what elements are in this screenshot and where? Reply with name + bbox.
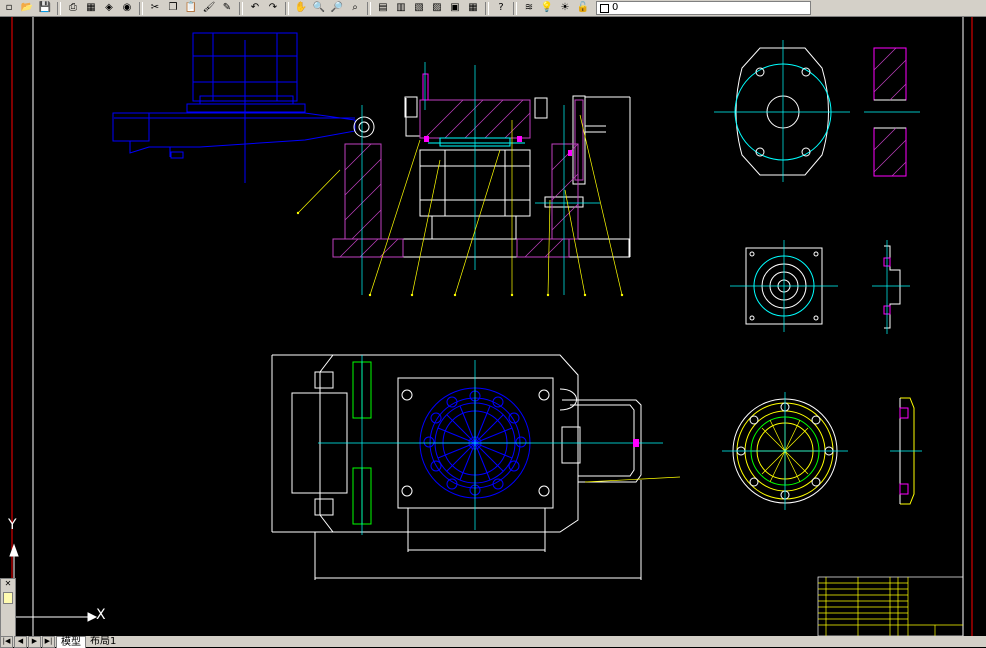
tool-palette-icon[interactable]: ▧	[411, 1, 427, 15]
zoom-window-icon[interactable]: 🔎	[329, 1, 345, 15]
lock-icon[interactable]: 🔓	[575, 1, 591, 15]
sheet-frame	[32, 17, 964, 636]
paste-icon[interactable]: 📋	[183, 1, 199, 15]
title-block	[817, 576, 964, 636]
toolbar-separator	[485, 1, 489, 15]
tab-layout1[interactable]: 布局1	[86, 636, 120, 647]
toolbar-separator	[285, 1, 289, 15]
tab-model[interactable]: 模型	[56, 635, 86, 648]
plot-3d-icon[interactable]: ◉	[119, 1, 135, 15]
layer-manager-icon[interactable]: ≋	[521, 1, 537, 15]
plot-icon[interactable]: ⎙	[65, 1, 81, 15]
toolbar-separator	[513, 1, 517, 15]
layer-color-swatch	[600, 3, 609, 13]
copy-icon[interactable]: ❐	[165, 1, 181, 15]
first-tab-icon[interactable]: |◀	[0, 635, 13, 648]
layer-name: 0	[612, 2, 619, 13]
zoom-previous-icon[interactable]: ⌕	[347, 1, 363, 15]
square-flange-section	[872, 240, 910, 334]
undo-icon[interactable]: ↶	[247, 1, 263, 15]
new-icon[interactable]: ▫	[1, 1, 17, 15]
help-icon[interactable]: ?	[493, 1, 509, 15]
round-flange-front	[722, 392, 848, 510]
preview-icon[interactable]: ▦	[83, 1, 99, 15]
front-view-assembly	[112, 32, 631, 297]
design-center-icon[interactable]: ▥	[393, 1, 409, 15]
calculator-icon[interactable]: ▦	[465, 1, 481, 15]
drawing-svg	[9, 17, 973, 636]
pan-icon[interactable]: ✋	[293, 1, 309, 15]
close-icon[interactable]: ✕	[1, 579, 15, 589]
toolbar-separator	[239, 1, 243, 15]
console-icon[interactable]	[3, 592, 13, 604]
next-tab-icon[interactable]: ▶	[28, 635, 41, 648]
flange-plate-section	[864, 47, 920, 177]
properties-icon[interactable]: ▤	[375, 1, 391, 15]
redo-icon[interactable]: ↷	[265, 1, 281, 15]
flange-plate-front	[714, 40, 850, 182]
axis-y-label: Y	[8, 517, 17, 533]
zoom-realtime-icon[interactable]: 🔍	[311, 1, 327, 15]
layer-select[interactable]: 0	[596, 1, 811, 15]
status-widget[interactable]: ✕	[0, 578, 16, 638]
drawing-canvas[interactable]: Y X	[0, 17, 986, 636]
match-prop-icon[interactable]: 🖌	[201, 1, 217, 15]
toolbar-separator	[57, 1, 61, 15]
block-editor-icon[interactable]: ✎	[219, 1, 235, 15]
sun-icon[interactable]: ☀	[557, 1, 573, 15]
bulb-icon[interactable]: 💡	[539, 1, 555, 15]
last-tab-icon[interactable]: ▶|	[42, 635, 55, 648]
toolbar-separator	[139, 1, 143, 15]
sheet-set-icon[interactable]: ▨	[429, 1, 445, 15]
square-flange-front	[730, 240, 838, 332]
publish-icon[interactable]: ◈	[101, 1, 117, 15]
toolbar-separator	[367, 1, 371, 15]
cut-icon[interactable]: ✂	[147, 1, 163, 15]
save-icon[interactable]: 💾	[37, 1, 53, 15]
round-flange-section	[890, 397, 922, 505]
prev-tab-icon[interactable]: ◀	[14, 635, 27, 648]
layout-tabs-bar: |◀ ◀ ▶ ▶| 模型 布局1	[0, 635, 986, 648]
markup-icon[interactable]: ▣	[447, 1, 463, 15]
plan-view-assembly	[271, 354, 681, 580]
ucs-icon	[9, 543, 98, 622]
open-icon[interactable]: 📂	[19, 1, 35, 15]
standard-toolbar: ▫ 📂 💾 ⎙ ▦ ◈ ◉ ✂ ❐ 📋 🖌 ✎ ↶ ↷ ✋ 🔍 🔎 ⌕ ▤ ▥ ▧ ▨ ▣ ▦? ≋ 💡 ☀ 🔓 0	[0, 0, 986, 17]
axis-x-label: X	[96, 607, 106, 623]
